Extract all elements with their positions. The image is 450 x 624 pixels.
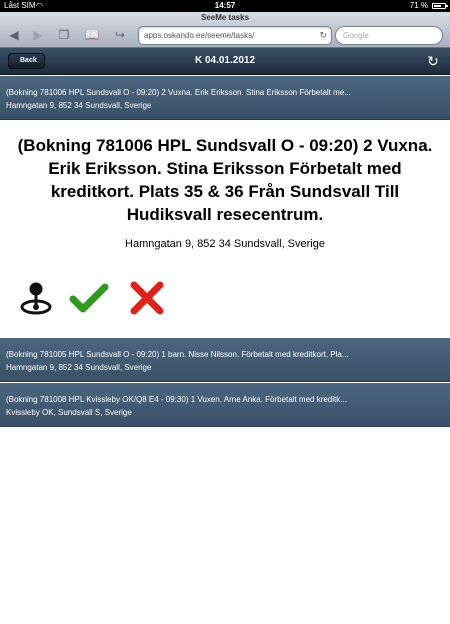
pages-icon[interactable]: ❐ [54, 27, 74, 43]
detail-address: Hamngatan 9, 852 34 Sundsvall, Sverige [125, 238, 325, 250]
task-description: (Bokning 781008 HPL Kvissleby OK/Q8 E4 -… [6, 395, 347, 404]
browser-toolbar: SeeMe tasks ◀ ▶ ❐ 📖 ↪ apps.oskando.ee/se… [0, 12, 450, 48]
task-address: Hamngatan 9, 852 34 Sundsvall, Sverige [6, 101, 152, 110]
task-detail: (Bokning 781006 HPL Sundsvall O - 09:20)… [0, 120, 450, 338]
browser-back-icon[interactable]: ◀ [4, 27, 24, 43]
task-row[interactable]: (Bokning 781006 HPL Sundsvall O - 09:20)… [0, 76, 450, 120]
checkmark-icon[interactable] [69, 278, 109, 318]
url-field[interactable]: apps.oskando.ee/seeme/tasks/ ↻ [138, 26, 332, 45]
url-text: apps.oskando.ee/seeme/tasks/ [144, 31, 255, 40]
task-address: Kvissleby OK, Sundsvall S, Sverige [6, 408, 132, 417]
app-header: Back K 04.01.2012 ↻ [0, 48, 450, 75]
task-row[interactable]: (Bokning 781005 HPL Sundsvall O - 09:20)… [0, 338, 450, 382]
detail-title: (Bokning 781006 HPL Sundsvall O - 09:20)… [17, 136, 433, 224]
page-title: K 04.01.2012 [194, 55, 256, 66]
task-description: (Bokning 781006 HPL Sundsvall O - 09:20)… [6, 88, 351, 97]
task-address: Hamngatan 9, 852 34 Sundsvall, Sverige [6, 363, 152, 372]
battery-percent: 71 % [409, 1, 428, 10]
joystick-icon[interactable] [16, 278, 56, 318]
browser-forward-icon[interactable]: ▶ [28, 27, 48, 43]
browser-page-title: SeeMe tasks [200, 13, 250, 22]
search-field[interactable]: Google [335, 26, 443, 45]
task-description: (Bokning 781005 HPL Sundsvall O - 09:20)… [6, 350, 349, 359]
bookmarks-icon[interactable]: 📖 [82, 27, 102, 43]
refresh-icon[interactable]: ↻ [424, 52, 442, 70]
reload-icon[interactable]: ↻ [319, 27, 327, 44]
cross-icon[interactable] [127, 278, 167, 318]
task-row[interactable]: (Bokning 781008 HPL Kvissleby OK/Q8 E4 -… [0, 383, 450, 427]
battery-icon [432, 3, 448, 9]
share-icon[interactable]: ↪ [110, 27, 130, 43]
clock: 14:57 [214, 1, 236, 10]
status-bar: Låst SIM ◠ 14:57 71 % [0, 0, 450, 12]
